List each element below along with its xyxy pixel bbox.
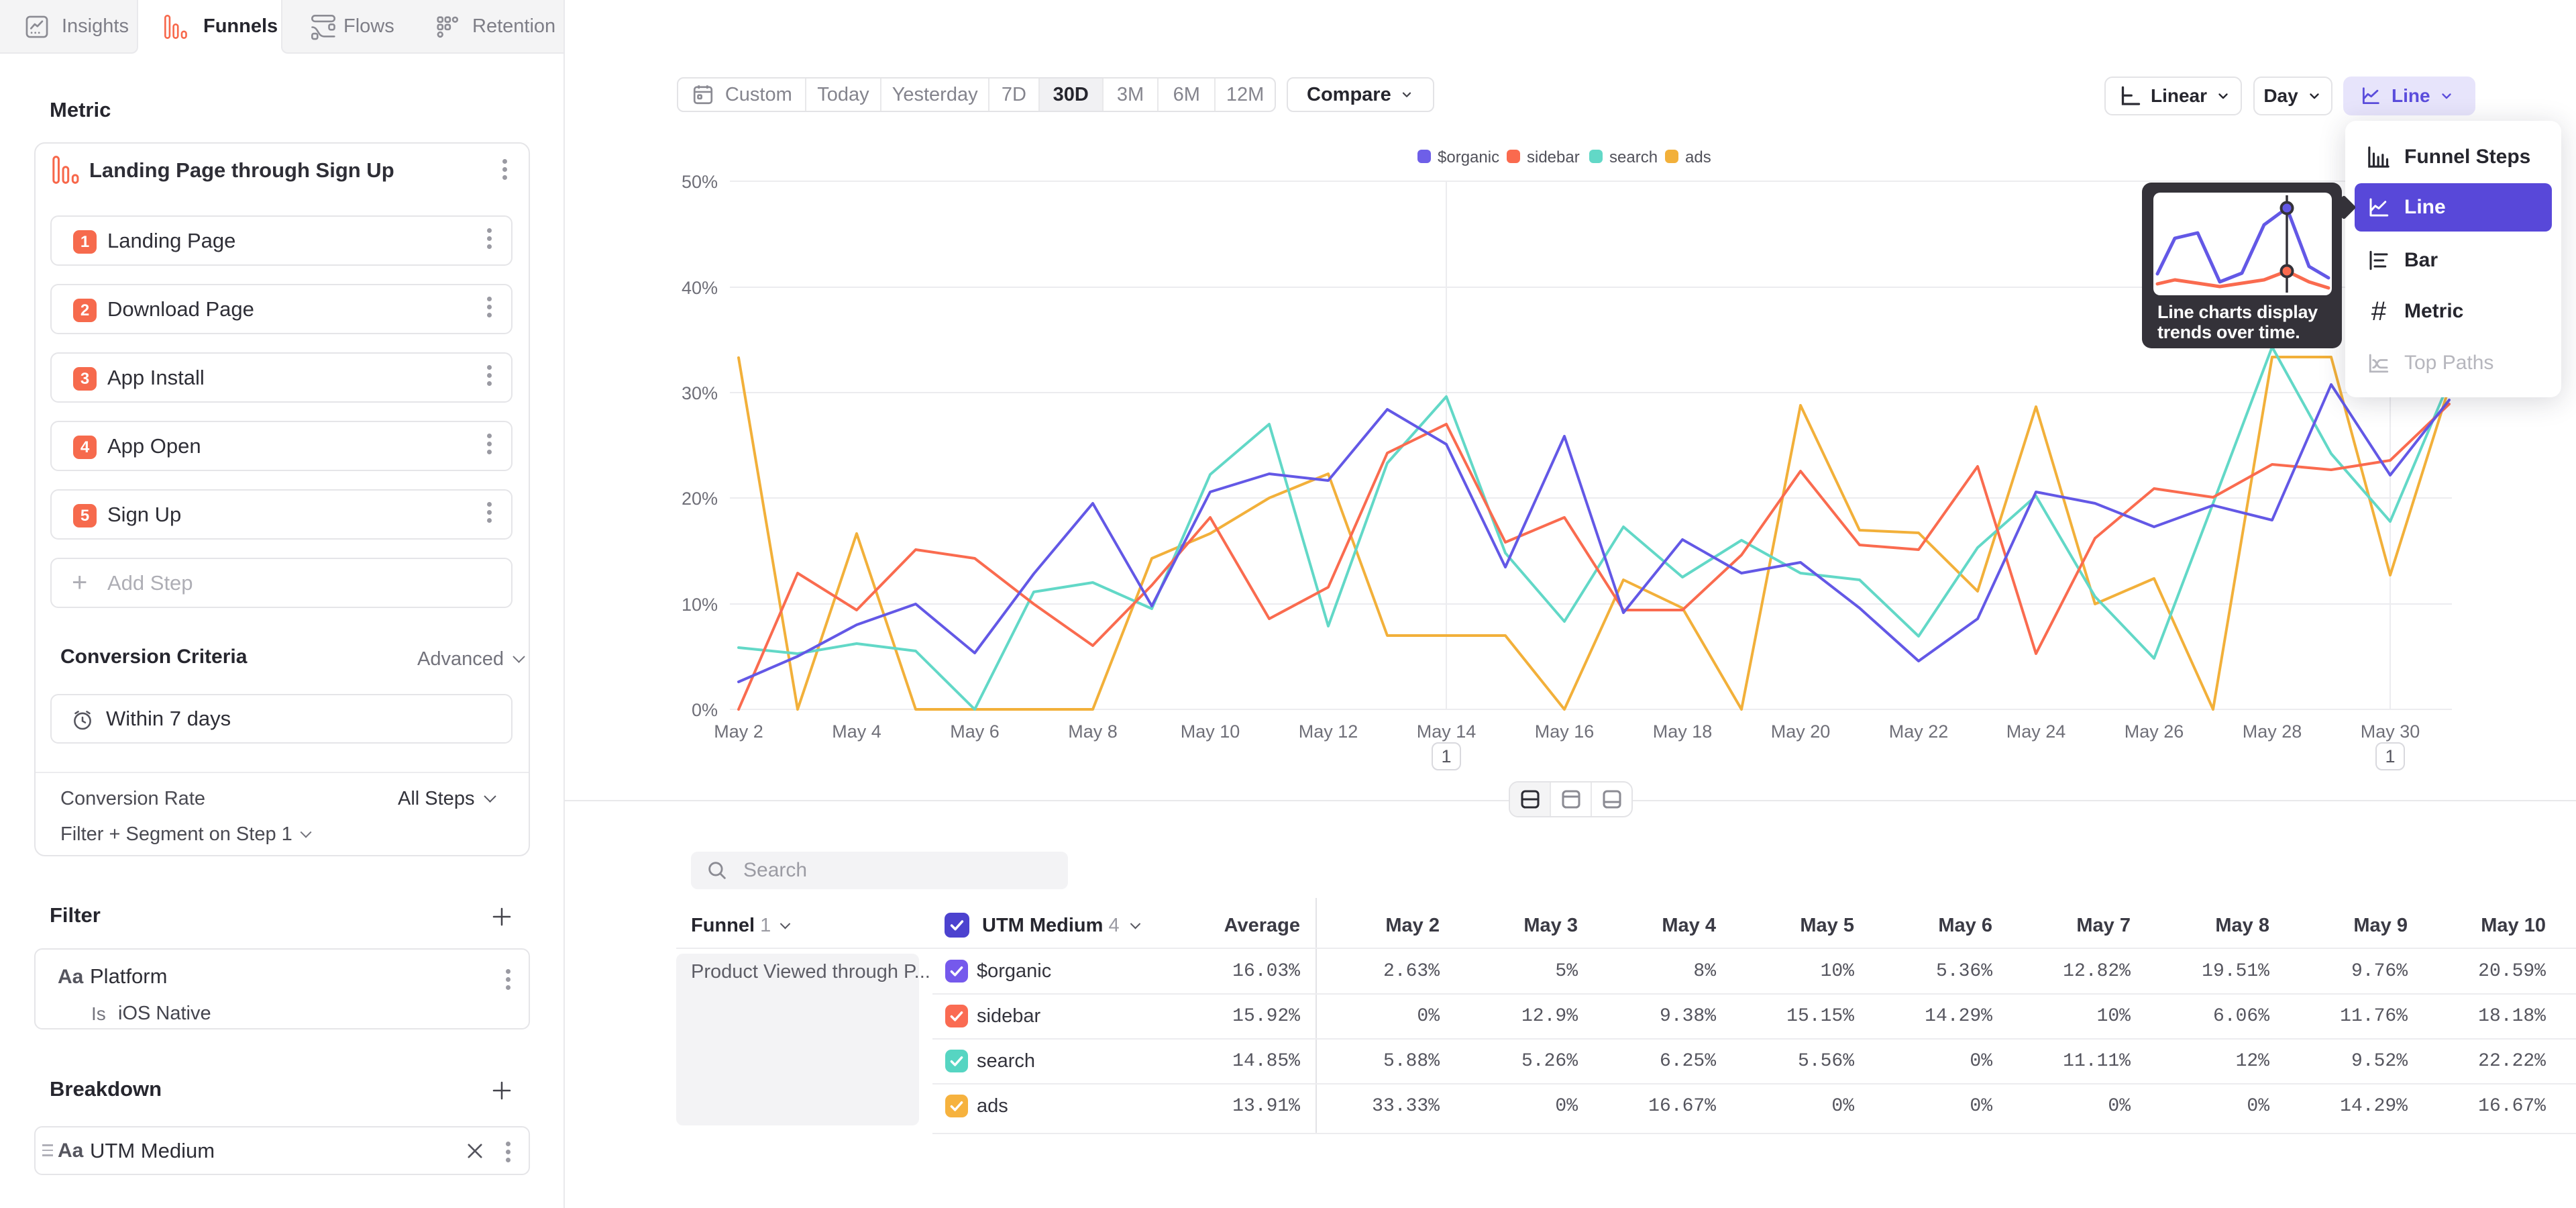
svg-text:1: 1 — [1441, 746, 1451, 766]
svg-text:May 10: May 10 — [1181, 721, 1240, 742]
svg-text:May 12: May 12 — [1299, 721, 1358, 742]
svg-text:40%: 40% — [682, 278, 718, 298]
svg-text:May 4: May 4 — [832, 721, 881, 742]
svg-text:May 2: May 2 — [714, 721, 763, 742]
svg-text:May 6: May 6 — [950, 721, 1000, 742]
svg-text:10%: 10% — [682, 595, 718, 615]
svg-text:May 30: May 30 — [2361, 721, 2420, 742]
svg-text:30%: 30% — [682, 383, 718, 403]
svg-text:1: 1 — [2385, 746, 2395, 766]
svg-text:May 22: May 22 — [1889, 721, 1949, 742]
svg-text:50%: 50% — [682, 172, 718, 192]
svg-text:May 24: May 24 — [2006, 721, 2066, 742]
svg-text:May 8: May 8 — [1068, 721, 1118, 742]
svg-text:20%: 20% — [682, 489, 718, 509]
svg-text:May 16: May 16 — [1535, 721, 1595, 742]
svg-text:May 26: May 26 — [2125, 721, 2184, 742]
svg-text:May 20: May 20 — [1771, 721, 1831, 742]
svg-text:May 18: May 18 — [1653, 721, 1713, 742]
svg-text:May 28: May 28 — [2243, 721, 2302, 742]
svg-text:0%: 0% — [692, 700, 718, 720]
svg-text:May 14: May 14 — [1417, 721, 1477, 742]
